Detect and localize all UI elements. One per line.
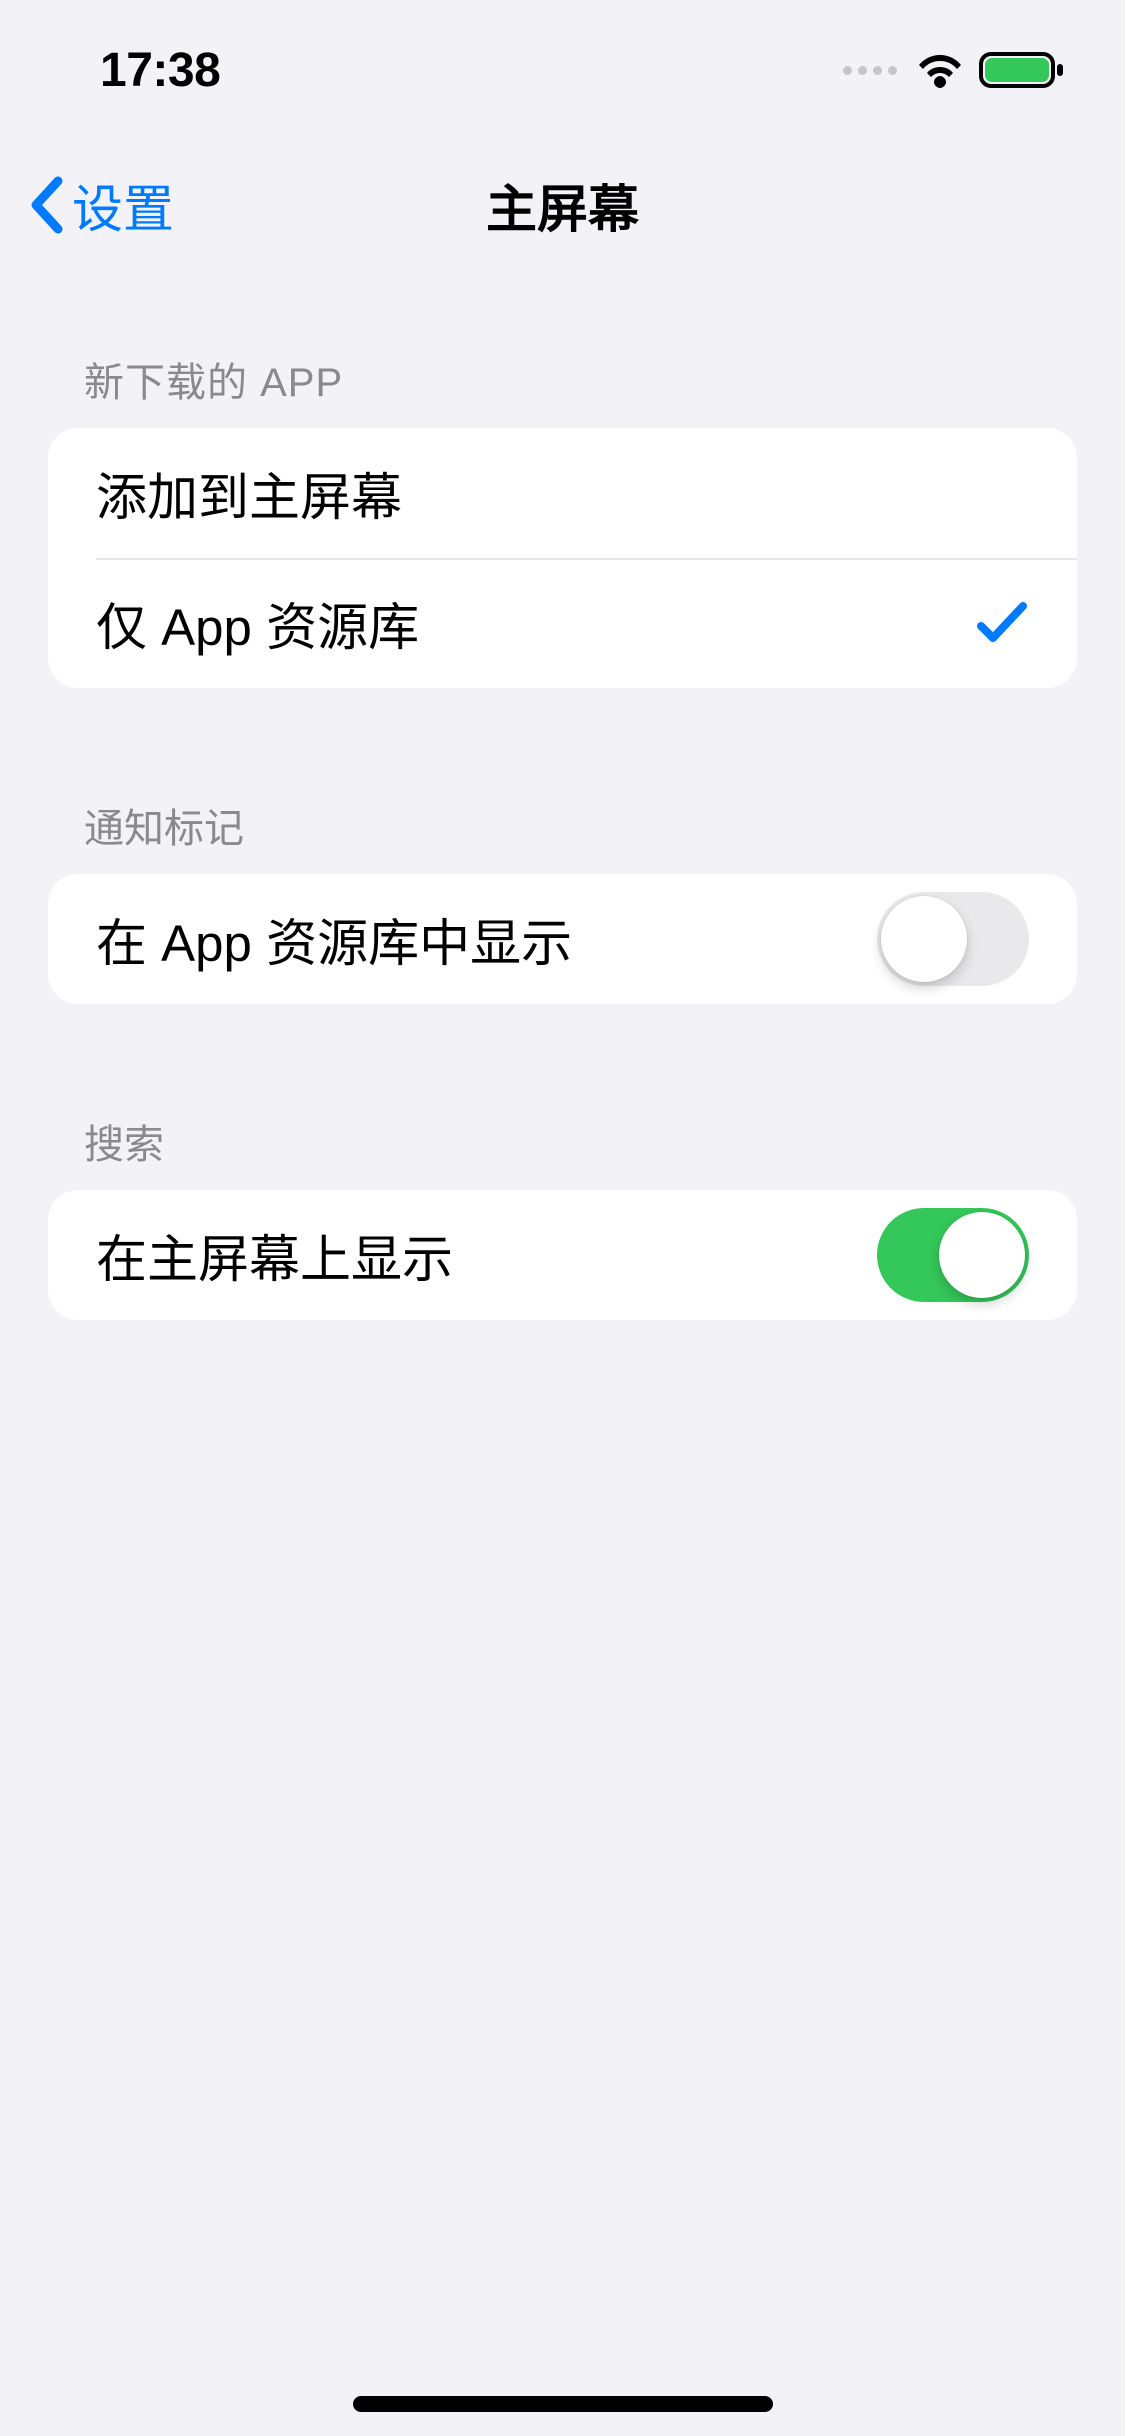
- row-show-on-home: 在主屏幕上显示: [48, 1190, 1077, 1320]
- group-search: 在主屏幕上显示: [48, 1190, 1077, 1320]
- section-header-search: 搜索: [48, 1112, 1077, 1190]
- toggle-show-in-app-library[interactable]: [877, 892, 1029, 986]
- group-new-apps: 添加到主屏幕 仅 App 资源库: [48, 428, 1077, 688]
- toggle-knob: [939, 1212, 1025, 1298]
- option-add-to-home[interactable]: 添加到主屏幕: [48, 428, 1077, 558]
- option-label: 仅 App 资源库: [96, 586, 419, 660]
- section-header-new-apps: 新下载的 APP: [48, 350, 1077, 428]
- content: 新下载的 APP 添加到主屏幕 仅 App 资源库 通知标记 在 App 资源库…: [0, 270, 1125, 1320]
- option-label: 添加到主屏幕: [96, 456, 402, 530]
- group-badges: 在 App 资源库中显示: [48, 874, 1077, 1004]
- row-show-in-app-library: 在 App 资源库中显示: [48, 874, 1077, 1004]
- section-header-badges: 通知标记: [48, 796, 1077, 874]
- cellular-dots-icon: [843, 66, 897, 75]
- battery-icon: [979, 50, 1065, 90]
- checkmark-icon: [975, 598, 1029, 648]
- toggle-knob: [881, 896, 967, 982]
- option-app-library-only[interactable]: 仅 App 资源库: [48, 558, 1077, 688]
- chevron-left-icon: [28, 175, 64, 235]
- home-indicator: [353, 2396, 773, 2412]
- row-label: 在主屏幕上显示: [96, 1218, 453, 1292]
- back-label: 设置: [72, 168, 174, 242]
- back-button[interactable]: 设置: [28, 168, 174, 242]
- wifi-icon: [915, 51, 965, 89]
- status-time: 17:38: [100, 43, 220, 98]
- status-icons: [843, 50, 1065, 90]
- nav-bar: 设置 主屏幕: [0, 140, 1125, 270]
- row-label: 在 App 资源库中显示: [96, 902, 572, 976]
- status-bar: 17:38: [0, 0, 1125, 140]
- toggle-show-on-home[interactable]: [877, 1208, 1029, 1302]
